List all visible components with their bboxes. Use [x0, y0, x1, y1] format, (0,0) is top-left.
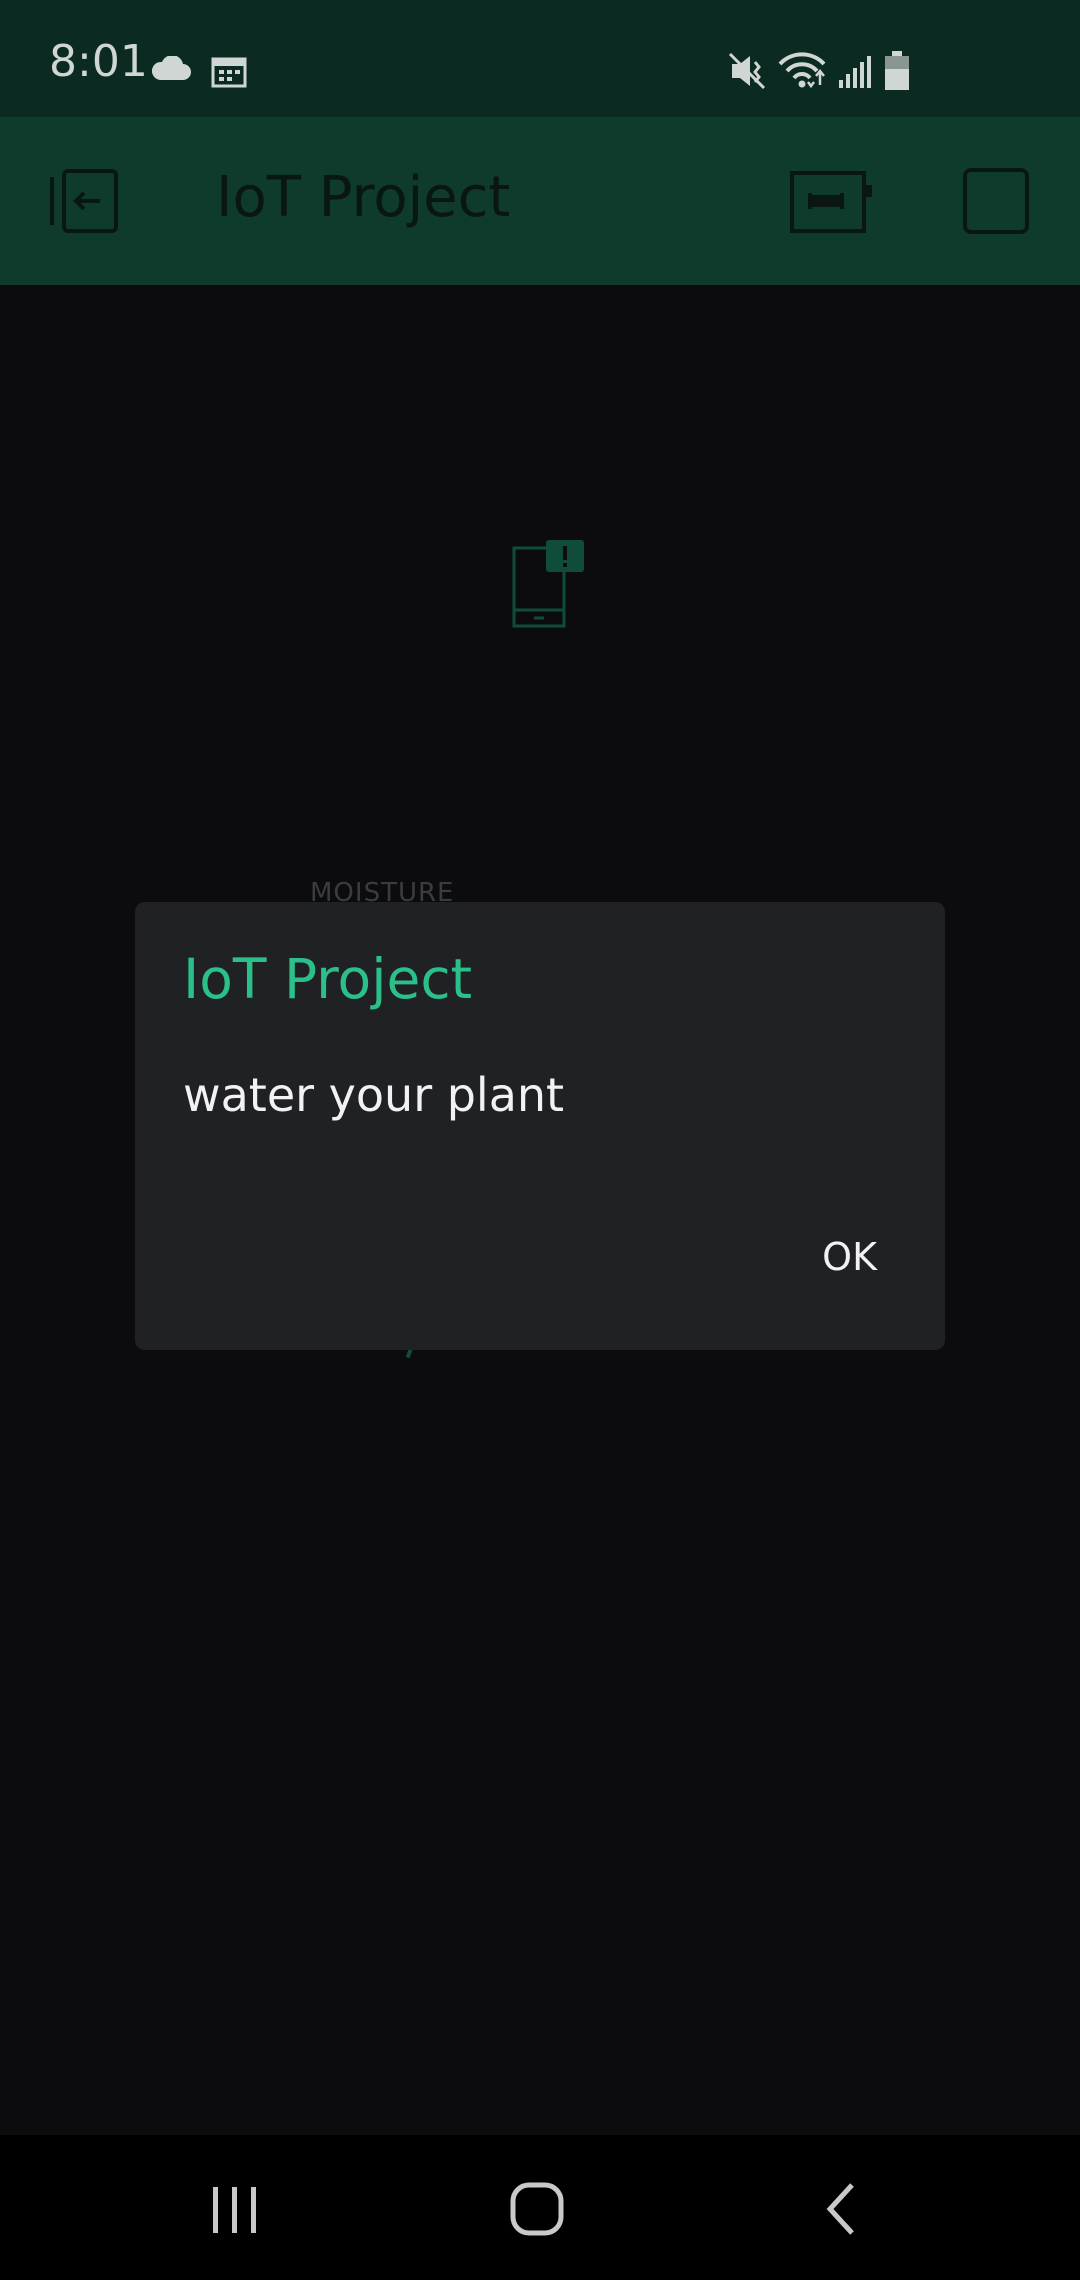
wifi-icon: [778, 52, 826, 89]
recent-apps-button[interactable]: [135, 2135, 335, 2280]
home-icon: [510, 2182, 564, 2236]
ok-button[interactable]: OK: [814, 1230, 885, 1284]
cloud-icon: [152, 56, 191, 80]
back-icon: [826, 2183, 854, 2235]
home-button[interactable]: [437, 2135, 637, 2280]
mute-icon: [728, 52, 766, 90]
exit-icon[interactable]: [48, 167, 122, 235]
status-time: 8:01: [49, 36, 148, 87]
status-bar: 8:01: [0, 0, 1080, 117]
calendar-icon: [211, 57, 247, 88]
app-bar: IoT Project: [0, 117, 1080, 285]
battery-icon: [885, 51, 909, 90]
stop-square-icon[interactable]: [962, 167, 1030, 235]
navigation-bar: [0, 2135, 1080, 2280]
dialog-title: IoT Project: [183, 947, 473, 1011]
alert-dialog: IoT Project water your plant OK: [135, 902, 945, 1350]
app-title: IoT Project: [216, 165, 511, 230]
signal-icon: [839, 56, 871, 88]
dialog-message: water your plant: [183, 1068, 565, 1122]
screen: 8:01 IoT Project MOISTURE IoT Project wa…: [0, 0, 1080, 2280]
phone-notification-icon: [512, 540, 584, 628]
device-icon[interactable]: [790, 171, 874, 233]
back-button[interactable]: [740, 2135, 940, 2280]
recent-apps-icon: [213, 2187, 256, 2233]
